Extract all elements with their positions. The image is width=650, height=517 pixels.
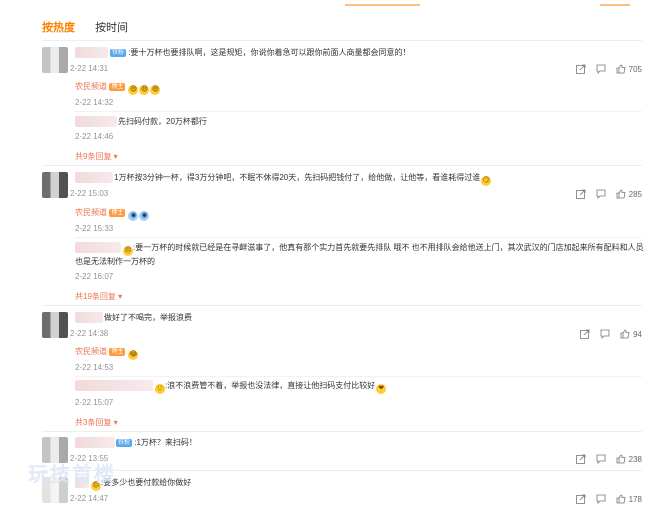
share-icon[interactable]	[575, 494, 586, 504]
reply-time: 2-22 15:07	[75, 398, 114, 407]
avatar[interactable]	[42, 47, 68, 73]
smug-emoji-icon: 😏	[481, 176, 492, 186]
comment-text: 1万杯按3分钟一杯，得3万分钟吧，不眠不休得20天，先扫码把钱付了，给他做，让他…	[114, 173, 492, 186]
watermark: 玩技首楼	[28, 462, 116, 486]
like-icon[interactable]	[616, 494, 626, 504]
comment-time: 2-22 15:03	[70, 189, 109, 198]
reply-time: 2-22 14:32	[75, 98, 114, 107]
like-icon[interactable]	[616, 454, 626, 464]
share-icon[interactable]	[575, 64, 586, 74]
comment-time: 2-22 14:31	[70, 64, 109, 73]
like-icon[interactable]	[616, 189, 626, 199]
reply-time: 2-22 14:53	[75, 363, 114, 372]
divider	[75, 111, 642, 112]
reply-text: 先扫码付款，20万杯都行	[118, 117, 207, 126]
user-name[interactable]	[75, 172, 113, 183]
user-name[interactable]	[75, 312, 103, 323]
laugh-emoji-icon: 😄	[150, 85, 161, 95]
user-name[interactable]	[75, 437, 115, 448]
user-name[interactable]	[75, 116, 117, 127]
user-name[interactable]	[75, 242, 121, 253]
comment-actions: 285	[566, 189, 642, 199]
divider	[42, 470, 642, 471]
blogger-badge: 博主	[109, 209, 126, 217]
avatar[interactable]	[42, 312, 68, 338]
sort-tabs: 按热度 按时间	[42, 19, 145, 35]
laugh-emoji-icon: 😄	[139, 85, 150, 95]
laugh-emoji-icon: 😄	[128, 85, 139, 95]
avatar[interactable]	[42, 172, 68, 198]
reply-text: 😠:要一万杯的时候就已经是在寻衅滋事了，他真有那个实力首先就要先排队 哦不 也不…	[123, 243, 644, 256]
comment-text: 铁粉 :1万杯？来扫码！	[116, 438, 197, 447]
laughing-tears-emoji-icon: 😂	[128, 350, 139, 360]
reply-author[interactable]: 农民频道 博主 ◉ ◉	[75, 207, 150, 221]
like-count: 285	[628, 189, 642, 199]
sort-by-time-tab[interactable]: 按时间	[95, 22, 128, 34]
comment-icon[interactable]	[600, 329, 610, 339]
top-tab-indicator	[0, 0, 650, 8]
comment-icon[interactable]	[596, 494, 606, 504]
comment-time: 2-22 14:47	[70, 494, 109, 503]
comment-actions: 705	[566, 64, 642, 74]
reply-text-continued: 也是无法制作一万杯的	[75, 257, 155, 266]
divider	[42, 40, 642, 41]
comment-time: 2-22 14:38	[70, 329, 109, 338]
angry-emoji-icon: 😠	[123, 246, 133, 256]
fan-badge: 铁粉	[116, 439, 133, 447]
reply-text: 🙂:浪不浪费管不着，举报也没法律，直接让他扫码支付比较好 ❤	[154, 380, 387, 394]
divider	[75, 237, 642, 238]
more-replies-link[interactable]: 共19条回复 ▾	[75, 291, 122, 302]
divider	[42, 165, 642, 166]
reply-author[interactable]: 农民频道 博主 😂	[75, 346, 139, 360]
comment-text: 铁粉 :要十万杯也要排队啊，这是规矩，你说你着急可以跟你前面人商量都会同意的！	[110, 48, 411, 57]
share-icon[interactable]	[580, 329, 590, 339]
comment-icon[interactable]	[596, 189, 606, 199]
reply-time: 2-22 16:07	[75, 272, 114, 281]
surprised-emoji-icon: ◉	[128, 211, 139, 221]
reply-time: 2-22 15:33	[75, 224, 114, 233]
comment-icon[interactable]	[596, 64, 606, 74]
blogger-badge: 博主	[109, 348, 126, 356]
more-replies-link[interactable]: 共9条回复 ▾	[75, 151, 118, 162]
fan-badge: 铁粉	[110, 49, 127, 57]
surprised-emoji-icon: ◉	[139, 211, 150, 221]
like-count: 238	[628, 454, 642, 464]
comment-text: 做好了不喝完，举报浪费	[104, 313, 192, 322]
smile-emoji-icon: 🙂	[155, 384, 165, 394]
divider	[75, 376, 642, 377]
comment-icon[interactable]	[596, 454, 606, 464]
like-count: 705	[628, 64, 642, 74]
like-icon[interactable]	[620, 329, 630, 339]
reply-author[interactable]: 农民频道 博主 😄 😄 😄	[75, 81, 161, 95]
blogger-badge: 博主	[109, 83, 126, 91]
user-name[interactable]	[75, 47, 108, 58]
like-count: 178	[628, 494, 642, 504]
like-count: 94	[633, 329, 642, 339]
divider	[42, 431, 642, 432]
comment-actions: 94	[570, 329, 642, 339]
share-icon[interactable]	[575, 454, 586, 464]
divider	[42, 305, 642, 306]
more-replies-link[interactable]: 共3条回复 ▾	[75, 417, 118, 428]
share-icon[interactable]	[575, 189, 586, 199]
heart-emoji-icon: ❤	[376, 384, 387, 394]
like-icon[interactable]	[616, 64, 626, 74]
comment-actions: 178	[566, 494, 642, 504]
comment-actions: 238	[566, 454, 642, 464]
sort-by-hot-tab[interactable]: 按热度	[42, 22, 75, 34]
user-name[interactable]	[75, 380, 153, 391]
reply-time: 2-22 14:46	[75, 132, 114, 141]
